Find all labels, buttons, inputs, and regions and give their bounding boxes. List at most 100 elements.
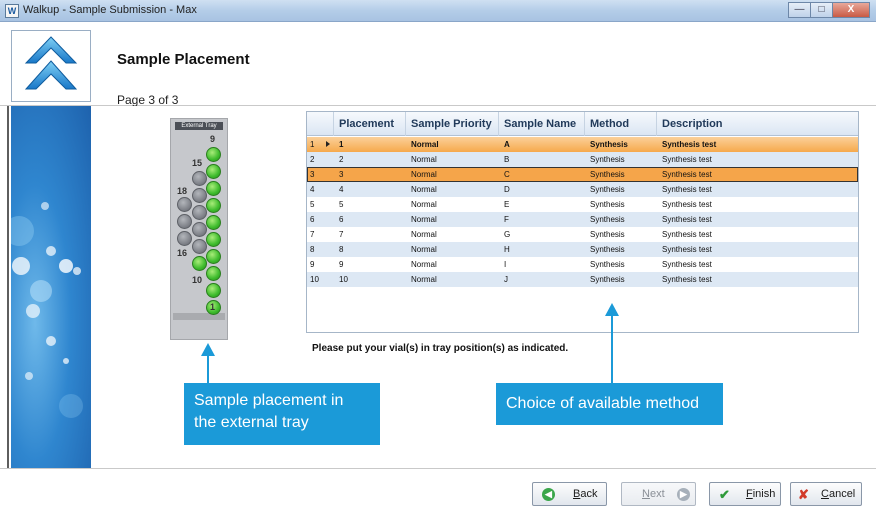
cell-method[interactable]: Synthesis [585,227,657,242]
cell-sample-name[interactable]: F [499,212,585,227]
finish-button[interactable]: ✔ Finish [709,482,781,506]
cell-description[interactable]: Synthesis test [657,152,858,167]
cell-method[interactable]: Synthesis [585,137,657,152]
cell-priority[interactable]: Normal [406,152,499,167]
table-row[interactable]: 4 4 Normal D Synthesis Synthesis test [307,182,858,197]
table-row[interactable]: 6 6 Normal F Synthesis Synthesis test [307,212,858,227]
instruction-text: Please put your vial(s) in tray position… [312,343,569,354]
cell-placement[interactable]: 1 [334,137,406,152]
cell-placement[interactable]: 5 [334,197,406,212]
cell-sample-name[interactable]: D [499,182,585,197]
column-header-placement[interactable]: Placement [334,112,406,136]
cell-priority[interactable]: Normal [406,272,499,287]
cell-description[interactable]: Synthesis test [657,212,858,227]
cell-description[interactable]: Synthesis test [657,137,858,152]
tray-position-label: 15 [192,158,203,168]
cell-description[interactable]: Synthesis test [657,167,858,182]
cell-description[interactable]: Synthesis test [657,242,858,257]
wizard-header: Sample Placement Page 3 of 3 [0,23,876,107]
grid-header: Placement Sample Priority Sample Name Me… [307,112,858,136]
cell-method[interactable]: Synthesis [585,167,657,182]
cell-description[interactable]: Synthesis test [657,197,858,212]
cell-placement[interactable]: 4 [334,182,406,197]
table-row[interactable]: 3 3 Normal C Synthesis Synthesis test [307,167,858,182]
tray-vial-loaded [206,181,221,196]
checkmark-icon: ✔ [719,487,730,502]
sample-grid[interactable]: Placement Sample Priority Sample Name Me… [306,111,859,333]
cancel-label: Cancel [821,488,856,500]
external-tray: External Tray 9 15 18 16 10 1 [170,118,228,340]
table-row[interactable]: 1 1 Normal A Synthesis Synthesis test [307,137,858,152]
cell-sample-name[interactable]: G [499,227,585,242]
table-row[interactable]: 7 7 Normal G Synthesis Synthesis test [307,227,858,242]
cell-priority[interactable]: Normal [406,212,499,227]
cell-priority[interactable]: Normal [406,227,499,242]
table-row[interactable]: 9 9 Normal I Synthesis Synthesis test [307,257,858,272]
cell-description[interactable]: Synthesis test [657,182,858,197]
cell-method[interactable]: Synthesis [585,272,657,287]
cell-priority[interactable]: Normal [406,242,499,257]
cell-placement[interactable]: 7 [334,227,406,242]
tray-vial-empty [177,214,192,229]
cell-placement[interactable]: 8 [334,242,406,257]
column-header-method[interactable]: Method [585,112,657,136]
cell-description[interactable]: Synthesis test [657,272,858,287]
tray-position-label: 16 [177,248,188,258]
cell-placement[interactable]: 9 [334,257,406,272]
table-row[interactable]: 5 5 Normal E Synthesis Synthesis test [307,197,858,212]
column-header-description[interactable]: Description [657,112,858,136]
method-callout: Choice of available method [496,383,723,425]
cell-priority[interactable]: Normal [406,182,499,197]
cell-method[interactable]: Synthesis [585,212,657,227]
tray-position-label: 10 [192,275,203,285]
cell-method[interactable]: Synthesis [585,242,657,257]
cell-priority[interactable]: Normal [406,167,499,182]
tray-vial-empty [192,205,207,220]
cell-method[interactable]: Synthesis [585,197,657,212]
page-indicator: Page 3 of 3 [117,93,179,107]
tray-vial-loaded [206,147,221,162]
cross-icon: ✘ [798,487,809,502]
row-number: 7 [310,230,315,239]
cancel-button[interactable]: ✘ Cancel [790,482,862,506]
cell-placement[interactable]: 2 [334,152,406,167]
row-number: 8 [310,245,315,254]
cell-sample-name[interactable]: C [499,167,585,182]
title-bar: W Walkup - Sample Submission - Max — □ X [0,0,876,22]
cell-priority[interactable]: Normal [406,137,499,152]
table-row[interactable]: 10 10 Normal J Synthesis Synthesis test [307,272,858,287]
close-button[interactable]: X [832,2,870,18]
table-row[interactable]: 2 2 Normal B Synthesis Synthesis test [307,152,858,167]
column-header-sample-priority[interactable]: Sample Priority [406,112,499,136]
tray-vial-empty [192,239,207,254]
next-button[interactable]: Next ▶ [621,482,696,506]
back-label: Back [573,488,598,500]
maximize-button[interactable]: □ [810,2,832,18]
tray-base [173,313,225,320]
cell-placement[interactable]: 3 [334,167,406,182]
table-row[interactable]: 8 8 Normal H Synthesis Synthesis test [307,242,858,257]
tray-vial-empty [192,188,207,203]
cell-placement[interactable]: 6 [334,212,406,227]
chevron-logo-icon [24,36,78,90]
cell-method[interactable]: Synthesis [585,182,657,197]
cell-method[interactable]: Synthesis [585,152,657,167]
cell-sample-name[interactable]: B [499,152,585,167]
cell-placement[interactable]: 10 [334,272,406,287]
cell-priority[interactable]: Normal [406,197,499,212]
current-row-indicator-icon [326,141,330,147]
cell-sample-name[interactable]: J [499,272,585,287]
row-number: 2 [310,155,315,164]
cell-method[interactable]: Synthesis [585,257,657,272]
cell-description[interactable]: Synthesis test [657,257,858,272]
cell-sample-name[interactable]: H [499,242,585,257]
minimize-button[interactable]: — [788,2,810,18]
back-button[interactable]: ◀ Back [532,482,607,506]
cell-priority[interactable]: Normal [406,257,499,272]
cell-sample-name[interactable]: I [499,257,585,272]
cell-sample-name[interactable]: E [499,197,585,212]
cell-description[interactable]: Synthesis test [657,227,858,242]
column-header-sample-name[interactable]: Sample Name [499,112,585,136]
bubbles-decoration [11,202,83,418]
cell-sample-name[interactable]: A [499,137,585,152]
